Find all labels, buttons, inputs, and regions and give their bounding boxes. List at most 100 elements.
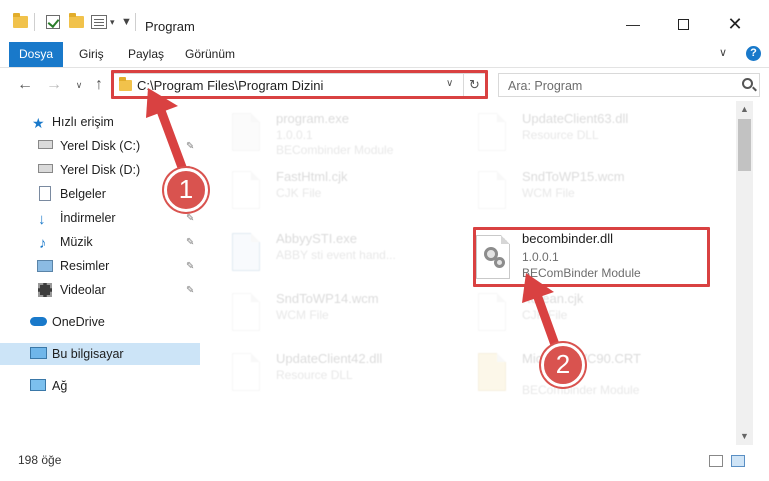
tab-paylas[interactable]: Paylaş bbox=[118, 42, 174, 67]
dll-icon bbox=[472, 113, 512, 161]
new-folder-icon[interactable] bbox=[69, 13, 84, 31]
file-icon bbox=[472, 171, 512, 219]
file-type: WCM File bbox=[276, 308, 329, 322]
file-item[interactable]: UpdateClient63.dll Resource DLL bbox=[472, 109, 722, 171]
sidebar-item-label: Resimler bbox=[60, 259, 110, 273]
sidebar-item-label: Yerel Disk (C:) bbox=[60, 139, 141, 153]
file-name: SndToWP14.wcm bbox=[276, 291, 379, 306]
help-icon[interactable]: ? bbox=[746, 46, 761, 61]
download-icon: ↓ bbox=[38, 211, 46, 228]
sidebar-item-label: Bu bilgisayar bbox=[52, 347, 124, 361]
sidebar-item-label: Müzik bbox=[60, 235, 93, 249]
documents-icon bbox=[39, 186, 51, 201]
customize-icon[interactable] bbox=[91, 13, 107, 31]
pin-icon[interactable]: ✎ bbox=[186, 237, 194, 248]
search-icon[interactable] bbox=[742, 78, 753, 89]
tab-giris[interactable]: Giriş bbox=[69, 42, 114, 67]
dll-icon bbox=[226, 353, 266, 401]
properties-icon[interactable] bbox=[46, 13, 60, 31]
file-type: Resource DLL bbox=[522, 128, 599, 142]
callout-marker-2: 2 bbox=[541, 343, 585, 387]
sidebar-item-disk-c[interactable]: Yerel Disk (C:) ✎ bbox=[0, 135, 200, 157]
file-name: program.exe bbox=[276, 111, 349, 126]
close-button[interactable]: ✕ bbox=[712, 10, 758, 38]
network-icon bbox=[30, 379, 46, 391]
large-icons-view-icon[interactable] bbox=[731, 455, 745, 467]
file-item[interactable]: UpdateClient42.dll Resource DLL bbox=[226, 349, 476, 411]
sidebar-item-pictures[interactable]: Resimler ✎ bbox=[0, 255, 200, 277]
sidebar-item-label: Ağ bbox=[52, 379, 68, 393]
sidebar-item-network[interactable]: Ağ bbox=[0, 375, 200, 397]
sidebar-item-downloads[interactable]: ↓ İndirmeler ✎ bbox=[0, 207, 200, 229]
file-item[interactable]: Microsoft.VC90.CRT BECombinder Module bbox=[472, 349, 722, 411]
file-type: CJK File bbox=[522, 308, 568, 322]
search-input[interactable]: Ara: Program bbox=[508, 79, 582, 93]
pictures-icon bbox=[37, 260, 53, 272]
pin-icon[interactable]: ✎ bbox=[186, 285, 194, 296]
window-title: Program bbox=[145, 19, 195, 34]
pin-icon[interactable]: ✎ bbox=[186, 141, 194, 152]
pin-icon[interactable]: ✎ bbox=[186, 261, 194, 272]
sidebar-item-onedrive[interactable]: OneDrive bbox=[0, 311, 200, 333]
file-name: Korean.cjk bbox=[522, 291, 584, 306]
tab-gorunum[interactable]: Görünüm bbox=[175, 42, 245, 67]
cloud-icon bbox=[30, 317, 47, 326]
scroll-up-icon[interactable]: ▲ bbox=[736, 101, 753, 118]
expand-ribbon-icon[interactable]: ∨ bbox=[719, 46, 727, 59]
vertical-scrollbar[interactable]: ▲ ▼ bbox=[736, 101, 753, 445]
file-type: Resource DLL bbox=[276, 368, 353, 382]
file-name: UpdateClient42.dll bbox=[276, 351, 383, 366]
exe-icon bbox=[226, 113, 266, 161]
title-bar: ▾ ▼ Program — ✕ bbox=[0, 0, 769, 40]
sidebar-item-label: Videolar bbox=[60, 283, 106, 297]
file-item[interactable]: Korean.cjk CJK File bbox=[472, 289, 722, 351]
music-icon: ♪ bbox=[39, 235, 47, 252]
sidebar-item-label: İndirmeler bbox=[60, 211, 116, 225]
maximize-button[interactable] bbox=[660, 10, 706, 38]
sidebar-item-this-pc[interactable]: Bu bilgisayar bbox=[0, 343, 200, 365]
sidebar-item-label: Yerel Disk (D:) bbox=[60, 163, 141, 177]
ribbon: Dosya Giriş Paylaş Görünüm ∨ ? bbox=[0, 40, 769, 68]
separator bbox=[135, 13, 136, 31]
sidebar-item-quick-access[interactable]: ★ Hızlı erişim bbox=[0, 111, 200, 133]
minimize-button[interactable]: — bbox=[610, 10, 656, 38]
file-description: BECombinder Module bbox=[522, 383, 640, 397]
drive-icon bbox=[38, 140, 53, 149]
file-description: BECombinder Module bbox=[276, 143, 394, 157]
videos-icon bbox=[38, 283, 52, 297]
pin-icon[interactable]: ✎ bbox=[186, 213, 194, 224]
tab-dosya[interactable]: Dosya bbox=[9, 42, 64, 67]
forward-button[interactable]: → bbox=[45, 75, 63, 95]
status-bar: 198 öğe bbox=[0, 447, 769, 481]
search-box[interactable]: Ara: Program bbox=[498, 73, 760, 97]
recent-locations-icon[interactable]: ∨ bbox=[70, 75, 88, 95]
file-item[interactable]: SndToWP15.wcm WCM File bbox=[472, 167, 722, 229]
details-view-icon[interactable] bbox=[709, 455, 723, 467]
scroll-thumb[interactable] bbox=[738, 119, 751, 171]
folder-icon bbox=[472, 353, 512, 401]
sidebar-item-videos[interactable]: Videolar ✎ bbox=[0, 279, 200, 301]
scroll-down-icon[interactable]: ▼ bbox=[736, 428, 753, 445]
file-item[interactable]: FastHtml.cjk CJK File bbox=[226, 167, 476, 229]
file-type: WCM File bbox=[522, 186, 575, 200]
back-button[interactable]: ← bbox=[16, 75, 34, 95]
file-item[interactable]: program.exe 1.0.0.1 BECombinder Module bbox=[226, 109, 476, 171]
file-item[interactable]: SndToWP14.wcm WCM File bbox=[226, 289, 476, 351]
callout-marker-1: 1 bbox=[164, 168, 208, 212]
exe-icon bbox=[226, 233, 266, 281]
file-icon bbox=[472, 293, 512, 341]
quick-access-dropdown-icon[interactable]: ▼ bbox=[121, 13, 132, 31]
address-highlight-box bbox=[111, 70, 488, 99]
file-icon bbox=[226, 293, 266, 341]
sidebar-item-music[interactable]: ♪ Müzik ✎ bbox=[0, 231, 200, 253]
file-item[interactable]: AbbyySTI.exe ABBY sti event hand... bbox=[226, 229, 476, 291]
chevron-down-icon[interactable]: ▾ bbox=[110, 13, 115, 31]
item-count: 198 öğe bbox=[18, 453, 62, 467]
file-icon bbox=[226, 171, 266, 219]
drive-icon bbox=[38, 164, 53, 173]
computer-icon bbox=[30, 347, 47, 359]
star-icon: ★ bbox=[32, 115, 45, 131]
sidebar-item-label: Belgeler bbox=[60, 187, 106, 201]
file-name: FastHtml.cjk bbox=[276, 169, 348, 184]
up-button[interactable]: ↑ bbox=[90, 75, 108, 95]
